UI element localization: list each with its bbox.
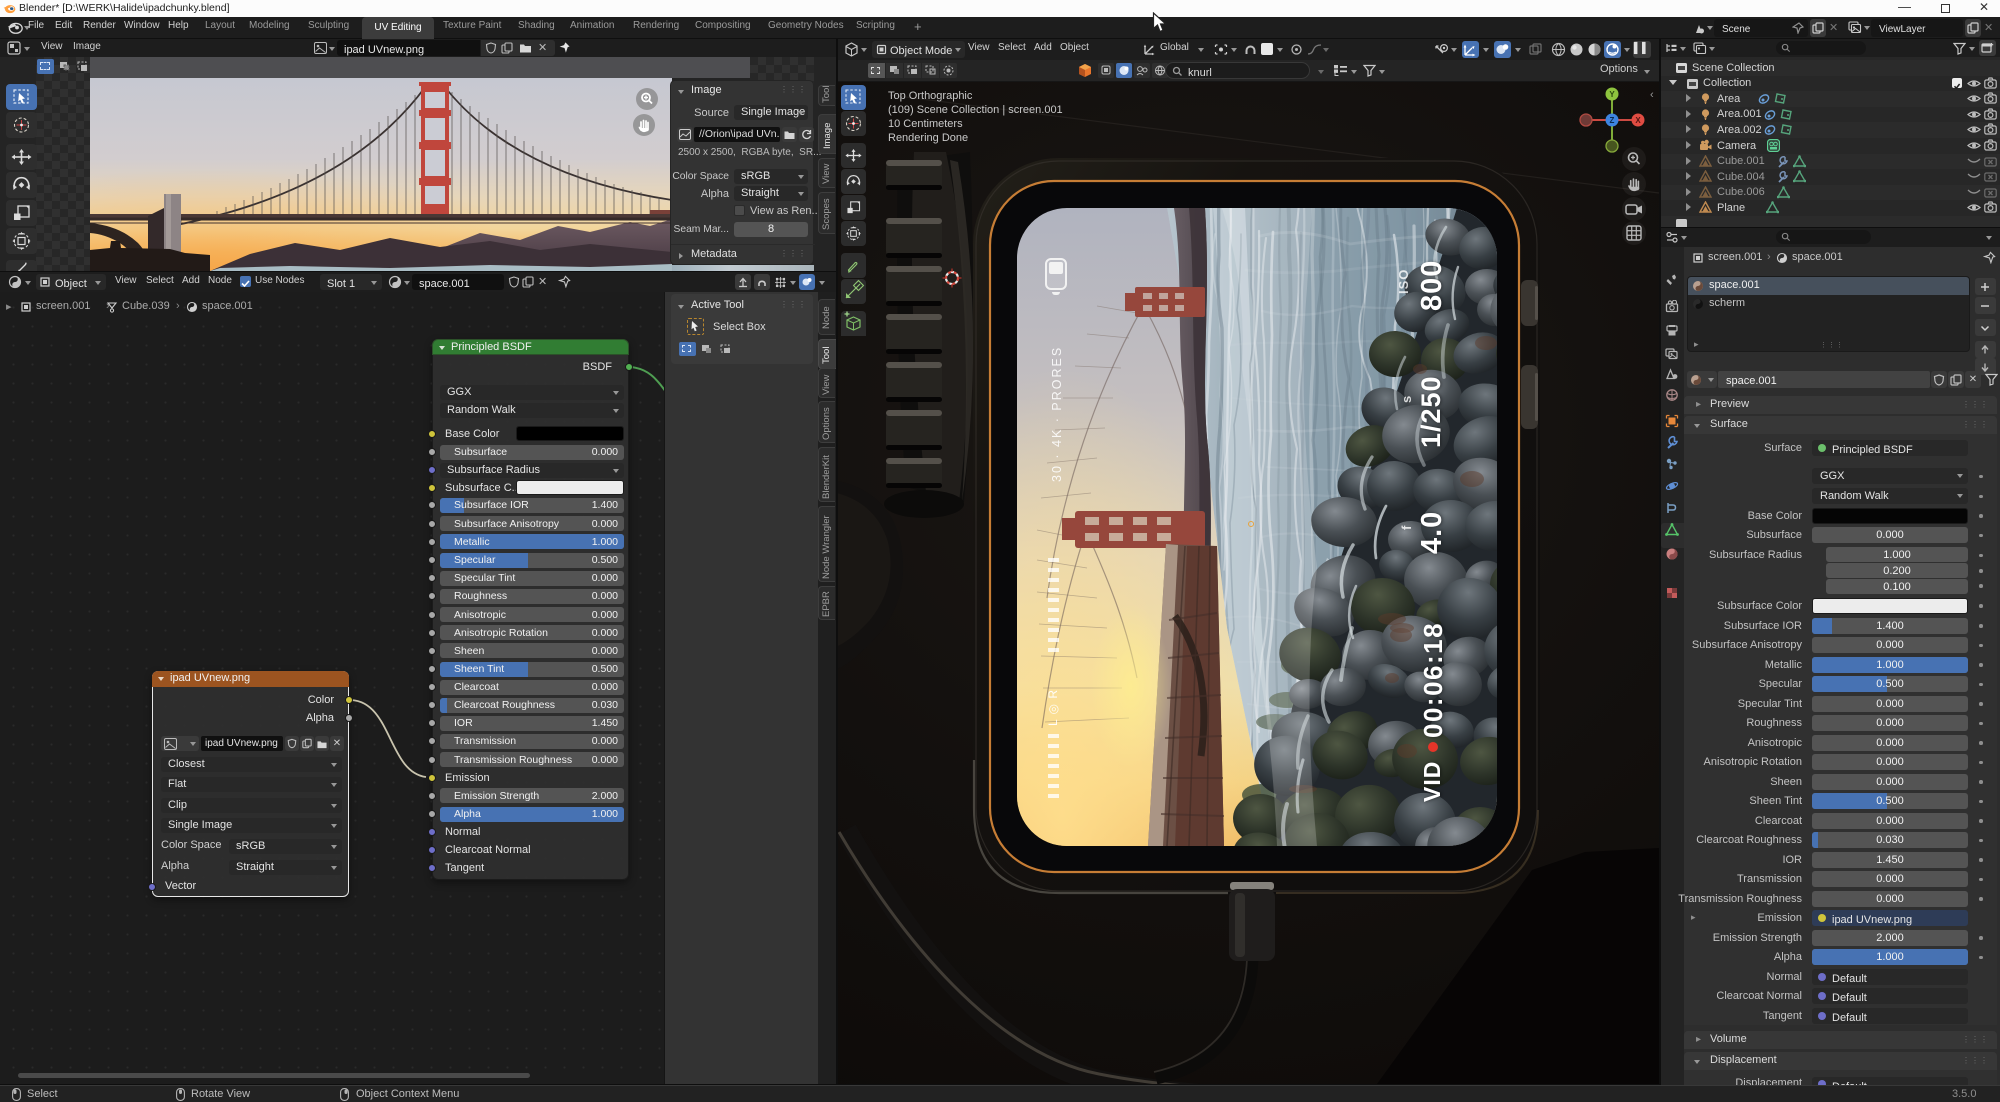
svg-text:Y: Y: [1609, 90, 1615, 99]
svg-text:X: X: [1635, 116, 1641, 125]
svg-text:Z: Z: [1610, 116, 1615, 125]
